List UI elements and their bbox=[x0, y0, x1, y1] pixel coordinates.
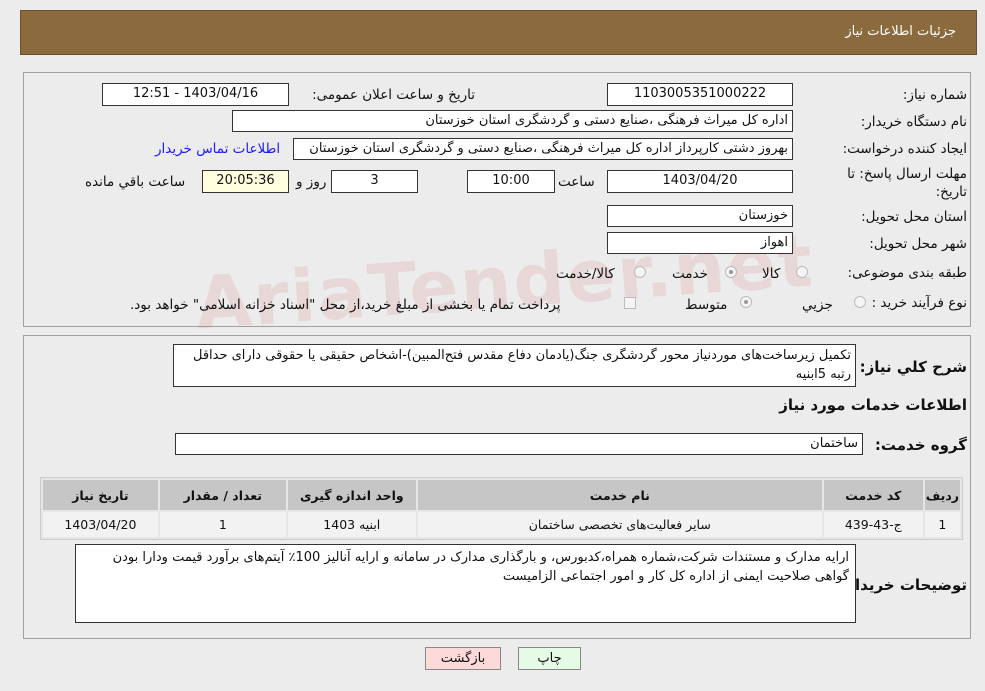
col-name: نام خدمت bbox=[417, 480, 822, 510]
services-table: ردیف کد خدمت نام خدمت واحد اندازه گیری ت… bbox=[40, 477, 963, 540]
buyer-org-field[interactable]: اداره کل میراث فرهنگی ،صنایع دستی و گردش… bbox=[232, 110, 793, 132]
creator-label: ایجاد کننده درخواست: bbox=[842, 141, 967, 157]
back-button[interactable]: بازگشت bbox=[425, 647, 501, 670]
remaining-label: ساعت باقي مانده bbox=[85, 174, 186, 190]
buyer-notes-textarea[interactable]: ارایه مدارک و مستندات شرکت،شماره همراه،ک… bbox=[75, 544, 856, 623]
category-goods-label: کالا bbox=[762, 266, 781, 282]
deadline-label: مهلت ارسال پاسخ: تا bbox=[847, 166, 967, 182]
description-label: شرح کلي نیاز: bbox=[859, 358, 967, 376]
col-qty: تعداد / مقدار bbox=[159, 480, 286, 510]
cell-row: 1 bbox=[924, 512, 960, 537]
category-radio-service[interactable] bbox=[725, 266, 737, 278]
services-title: اطلاعات خدمات مورد نیاز bbox=[779, 396, 967, 414]
description-textarea[interactable]: تکمیل زیرساخت‌های موردنیاز محور گردشگری … bbox=[173, 344, 856, 387]
process-radio-minor[interactable] bbox=[854, 296, 866, 308]
service-group-label: گروه خدمت: bbox=[874, 436, 967, 454]
deadline-label-2: تاریخ: bbox=[935, 184, 967, 200]
print-button[interactable]: چاپ bbox=[518, 647, 581, 670]
deadline-date-field[interactable]: 1403/04/20 bbox=[607, 170, 793, 193]
deadline-time-field[interactable]: 10:00 bbox=[467, 170, 555, 193]
process-radio-medium[interactable] bbox=[740, 296, 752, 308]
buyer-notes-label: توضیحات خریدار: bbox=[840, 576, 967, 594]
col-code: کد خدمت bbox=[823, 480, 923, 510]
process-minor-label: جزیي bbox=[802, 297, 833, 313]
creator-field[interactable]: بهروز دشتی کارپرداز اداره کل میراث فرهنگ… bbox=[293, 138, 793, 160]
announce-datetime-field[interactable]: 1403/04/16 - 12:51 bbox=[102, 83, 289, 106]
process-medium-label: متوسط bbox=[685, 297, 728, 313]
col-date: تاریخ نیاز bbox=[43, 480, 158, 510]
cell-qty: 1 bbox=[159, 512, 286, 537]
city-label: شهر محل تحویل: bbox=[869, 236, 967, 252]
table-row: 1 ج-43-439 سایر فعالیت‌های تخصصی ساختمان… bbox=[43, 512, 960, 537]
remaining-time-field: 20:05:36 bbox=[202, 170, 289, 193]
payment-checkbox[interactable] bbox=[624, 297, 636, 309]
announce-label: تاریخ و ساعت اعلان عمومی: bbox=[312, 87, 475, 103]
col-row: ردیف bbox=[924, 480, 960, 510]
category-radio-goods[interactable] bbox=[796, 266, 808, 278]
page-title: جزئیات اطلاعات نیاز bbox=[845, 24, 956, 39]
days-label: روز و bbox=[296, 174, 327, 190]
category-label: طبقه بندی موضوعی: bbox=[847, 265, 967, 281]
days-field[interactable]: 3 bbox=[331, 170, 418, 193]
buyer-org-label: نام دستگاه خریدار: bbox=[860, 114, 967, 130]
cell-unit: ابنیه 1403 bbox=[287, 512, 416, 537]
category-radio-goods-service[interactable] bbox=[634, 266, 646, 278]
cell-code: ج-43-439 bbox=[823, 512, 923, 537]
category-goods-service-label: کالا/خدمت bbox=[556, 266, 615, 282]
service-group-field[interactable]: ساختمان bbox=[175, 433, 863, 455]
cell-date: 1403/04/20 bbox=[43, 512, 158, 537]
payment-note: پرداخت تمام یا بخشی از مبلغ خرید،از محل … bbox=[130, 297, 561, 313]
cell-name: سایر فعالیت‌های تخصصی ساختمان bbox=[417, 512, 822, 537]
buyer-contact-link[interactable]: اطلاعات تماس خریدار bbox=[155, 141, 280, 157]
col-unit: واحد اندازه گیری bbox=[287, 480, 416, 510]
table-header-row: ردیف کد خدمت نام خدمت واحد اندازه گیری ت… bbox=[43, 480, 960, 510]
need-number-label: شماره نیاز: bbox=[902, 87, 967, 103]
need-number-field[interactable]: 1103005351000222 bbox=[607, 83, 793, 106]
province-field[interactable]: خوزستان bbox=[607, 205, 793, 227]
city-field[interactable]: اهواز bbox=[607, 232, 793, 254]
time-label: ساعت bbox=[558, 174, 595, 190]
page-header: جزئیات اطلاعات نیاز bbox=[20, 10, 977, 55]
process-label: نوع فرآیند خرید : bbox=[871, 295, 967, 311]
province-label: استان محل تحویل: bbox=[861, 209, 967, 225]
category-service-label: خدمت bbox=[672, 266, 708, 282]
